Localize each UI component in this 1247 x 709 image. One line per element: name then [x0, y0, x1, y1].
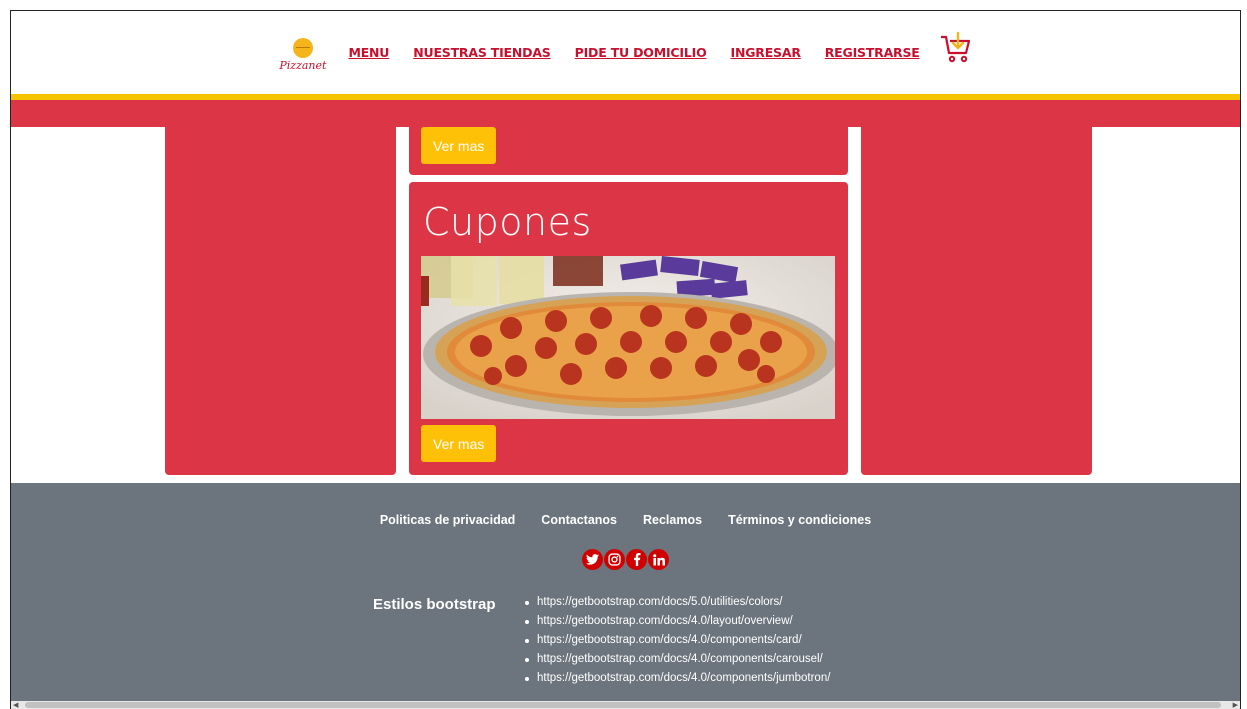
- scroll-right-arrow-icon[interactable]: ▶: [1233, 701, 1238, 709]
- shopping-cart-icon[interactable]: [938, 31, 972, 65]
- browser-viewport: Pizzanet MENU NUESTRAS TIENDAS PIDE TU D…: [10, 10, 1241, 709]
- left-column: [165, 127, 396, 475]
- footer-link-privacidad[interactable]: Politicas de privacidad: [380, 513, 515, 527]
- bootstrap-styles-title: Estilos bootstrap: [373, 596, 496, 613]
- twitter-icon[interactable]: [582, 549, 603, 570]
- cupones-card: Cupones Ver mas: [409, 182, 848, 475]
- ver-mas-button[interactable]: Ver mas: [421, 425, 497, 462]
- bootstrap-link[interactable]: https://getbootstrap.com/docs/5.0/utilit…: [525, 593, 830, 612]
- nav-ingresar[interactable]: INGRESAR: [731, 45, 801, 60]
- social-icons: [11, 549, 1240, 570]
- card-title: Cupones: [423, 200, 592, 244]
- pizzanet-logo[interactable]: Pizzanet: [279, 37, 327, 72]
- header-red-band: [11, 100, 1240, 127]
- globe-pizza-icon: [292, 37, 313, 58]
- main-content: Ver mas Cupones Ver mas: [11, 127, 1240, 483]
- footer-links: Politicas de privacidad Contactanos Recl…: [11, 513, 1240, 527]
- scrollbar-thumb[interactable]: [25, 702, 1221, 708]
- horizontal-scrollbar[interactable]: ◀ ▶: [11, 701, 1240, 709]
- site-footer: Politicas de privacidad Contactanos Recl…: [11, 483, 1240, 709]
- footer-link-contactanos[interactable]: Contactanos: [541, 513, 617, 527]
- instagram-icon[interactable]: [604, 549, 625, 570]
- coupon-pizza-image: [421, 256, 835, 419]
- bootstrap-link[interactable]: https://getbootstrap.com/docs/4.0/layout…: [525, 612, 830, 631]
- previous-card: Ver mas: [409, 127, 848, 175]
- main-nav: Pizzanet MENU NUESTRAS TIENDAS PIDE TU D…: [11, 11, 1240, 94]
- right-column: [861, 127, 1092, 475]
- logo-text: Pizzanet: [279, 58, 327, 72]
- bootstrap-links-list: https://getbootstrap.com/docs/5.0/utilit…: [525, 593, 830, 688]
- bootstrap-link[interactable]: https://getbootstrap.com/docs/4.0/compon…: [525, 631, 830, 650]
- nav-menu[interactable]: MENU: [348, 45, 389, 60]
- ver-mas-button[interactable]: Ver mas: [421, 127, 497, 164]
- site-header: Pizzanet MENU NUESTRAS TIENDAS PIDE TU D…: [11, 11, 1240, 94]
- bootstrap-link[interactable]: https://getbootstrap.com/docs/4.0/compon…: [525, 669, 830, 688]
- scroll-left-arrow-icon[interactable]: ◀: [13, 701, 18, 709]
- bootstrap-link[interactable]: https://getbootstrap.com/docs/4.0/compon…: [525, 650, 830, 669]
- facebook-icon[interactable]: [626, 549, 647, 570]
- nav-registrarse[interactable]: REGISTRARSE: [825, 45, 920, 60]
- linkedin-icon[interactable]: [648, 549, 669, 570]
- footer-link-reclamos[interactable]: Reclamos: [643, 513, 702, 527]
- footer-link-terminos[interactable]: Términos y condiciones: [728, 513, 871, 527]
- nav-nuestras-tiendas[interactable]: NUESTRAS TIENDAS: [413, 45, 551, 60]
- nav-pide-tu-domicilio[interactable]: PIDE TU DOMICILIO: [575, 45, 707, 60]
